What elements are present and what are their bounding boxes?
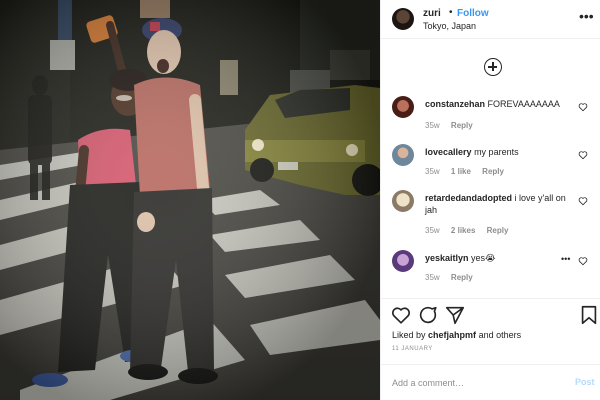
heart-icon[interactable] bbox=[390, 304, 412, 326]
comment-meta: 35w Reply bbox=[425, 121, 482, 130]
reply-button[interactable]: Reply bbox=[482, 167, 504, 176]
comment-text-block: constanzehan FOREVAAAAAAA bbox=[425, 98, 575, 110]
post-side-panel: zuri • Follow Tokyo, Japan ••• constanze… bbox=[380, 0, 600, 400]
reply-button[interactable]: Reply bbox=[487, 226, 509, 235]
comment-username[interactable]: constanzehan bbox=[425, 99, 485, 109]
add-circle-icon[interactable] bbox=[484, 58, 502, 76]
post-location[interactable]: Tokyo, Japan bbox=[423, 21, 476, 31]
comment-body: my parents bbox=[474, 147, 519, 157]
comment-text-block: retardedandadopted i love y'all on jah bbox=[425, 192, 575, 216]
post-actions-bar bbox=[381, 304, 600, 330]
comment-meta: 35w 2 likes Reply bbox=[425, 226, 517, 235]
heart-outline-icon[interactable] bbox=[578, 196, 588, 206]
reply-button[interactable]: Reply bbox=[451, 121, 473, 130]
more-horizontal-icon[interactable]: ••• bbox=[579, 9, 594, 23]
header-divider bbox=[381, 38, 600, 39]
commenter-avatar[interactable] bbox=[392, 144, 414, 166]
comment-body: yes😭 bbox=[471, 253, 496, 263]
comment-meta: 35w Reply bbox=[425, 273, 482, 282]
share-icon[interactable] bbox=[444, 304, 466, 326]
liked-by-suffix[interactable]: and others bbox=[479, 330, 522, 340]
post-photo[interactable] bbox=[0, 0, 380, 400]
comment-likes[interactable]: 2 likes bbox=[451, 226, 475, 235]
comment-text-block: yeskaitlyn yes😭 bbox=[425, 252, 575, 264]
comment-meta: 35w 1 like Reply bbox=[425, 167, 513, 176]
header-separator: • bbox=[449, 7, 453, 18]
comment-body: FOREVAAAAAAA bbox=[487, 99, 560, 109]
liked-by-line: Liked by chefjahpmf and others bbox=[392, 330, 521, 340]
heart-outline-icon[interactable] bbox=[578, 150, 588, 160]
bookmark-icon[interactable] bbox=[578, 304, 600, 326]
comment-username[interactable]: lovecallery bbox=[425, 147, 472, 157]
add-comment-bar: Post bbox=[381, 364, 600, 400]
post-comment-button[interactable]: Post bbox=[575, 377, 595, 387]
comment-likes[interactable]: 1 like bbox=[451, 167, 471, 176]
author-avatar[interactable] bbox=[392, 8, 414, 30]
post-header: zuri • Follow Tokyo, Japan ••• bbox=[381, 0, 600, 38]
comment-username[interactable]: retardedandadopted bbox=[425, 193, 512, 203]
post-date[interactable]: 11 JANUARY bbox=[392, 346, 433, 352]
comment-age: 35w bbox=[425, 273, 440, 282]
heart-outline-icon[interactable] bbox=[578, 256, 588, 266]
comment-icon[interactable] bbox=[417, 304, 439, 326]
heart-outline-icon[interactable] bbox=[578, 102, 588, 112]
comment-username[interactable]: yeskaitlyn bbox=[425, 253, 469, 263]
comment-age: 35w bbox=[425, 167, 440, 176]
comment-age: 35w bbox=[425, 226, 440, 235]
street-photo-illustration bbox=[0, 0, 380, 400]
commenter-avatar[interactable] bbox=[392, 96, 414, 118]
commenter-avatar[interactable] bbox=[392, 190, 414, 212]
comment-more-icon[interactable]: ••• bbox=[561, 254, 570, 264]
commenter-avatar[interactable] bbox=[392, 250, 414, 272]
add-comment-input[interactable] bbox=[392, 375, 552, 391]
comment-age: 35w bbox=[425, 121, 440, 130]
author-username[interactable]: zuri bbox=[423, 8, 441, 19]
follow-button[interactable]: Follow bbox=[457, 8, 489, 19]
comment-text-block: lovecallery my parents bbox=[425, 146, 575, 158]
liked-by-user[interactable]: chefjahpmf bbox=[428, 330, 476, 340]
reply-button[interactable]: Reply bbox=[451, 273, 473, 282]
liked-by-prefix: Liked by bbox=[392, 330, 426, 340]
actions-divider bbox=[381, 298, 600, 299]
